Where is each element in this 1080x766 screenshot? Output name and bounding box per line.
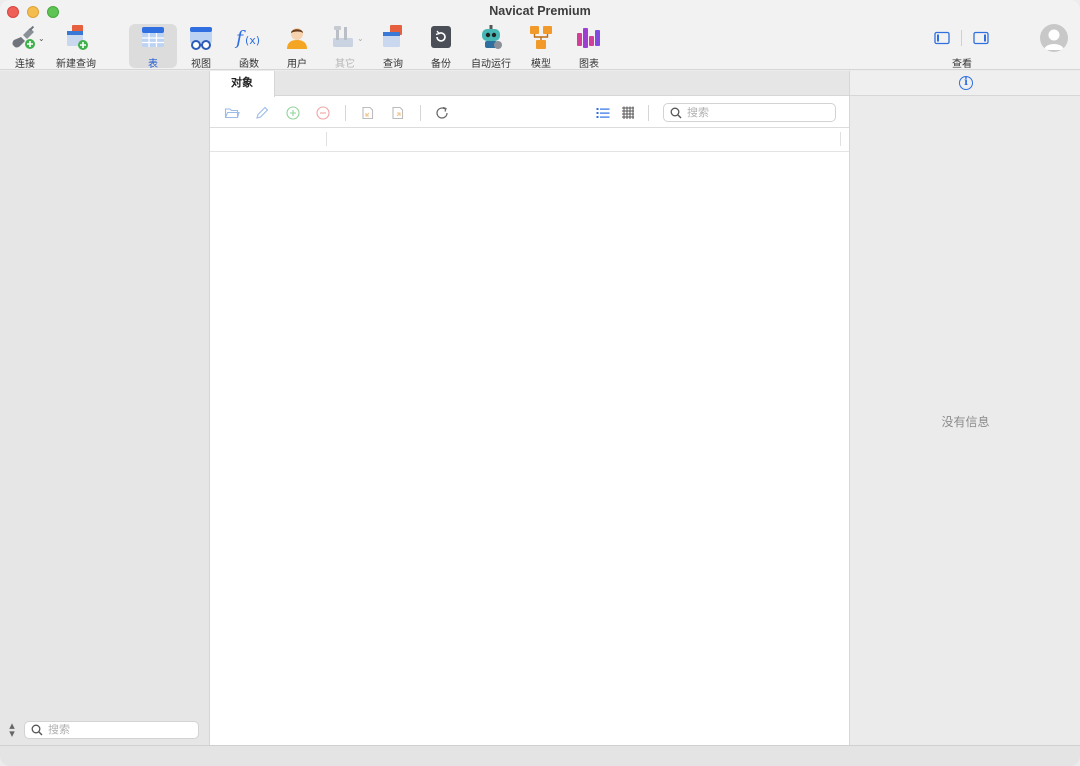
new-query-label: 新建查询 [56,59,96,70]
sidebar-search-bar: ▴ ▾ [0,715,210,745]
app-window: Navicat Premium ⌄ 连接 新建查询 表 视图 f (x) 函数 … [0,0,1080,766]
query-button[interactable]: 查询 [377,24,409,70]
model-label: 模型 [531,59,551,70]
toggle-divider [961,30,962,46]
info-panel-header: i [850,71,1080,96]
info-panel: i 没有信息 [849,71,1080,745]
function-label: 函数 [239,59,259,70]
backup-button[interactable]: 备份 [425,24,457,70]
search-icon [670,107,682,119]
import-icon[interactable] [360,105,376,121]
toggle-left-sidebar-icon[interactable] [934,31,950,48]
connection-sidebar: ▴ ▾ [0,71,210,745]
info-icon[interactable]: i [959,76,973,90]
account-avatar[interactable] [1040,24,1068,52]
tab-objects[interactable]: 对象 [210,71,275,97]
other-button[interactable]: ⌄ 其它 [327,24,364,70]
object-toolbar [210,97,849,128]
backup-label: 备份 [431,59,451,70]
chevron-down-icon: ⌄ [38,34,45,43]
user-button[interactable]: 用户 [281,24,313,70]
function-fx-icon: f (x) [234,24,264,52]
table-icon [138,24,168,52]
user-icon [282,24,312,52]
view-toggle-label: 查看 [952,59,972,70]
model-button[interactable]: 模型 [525,24,557,70]
remove-circle-icon[interactable] [315,105,331,121]
user-label: 用户 [287,59,307,70]
column-divider[interactable] [326,132,327,146]
window-title: Navicat Premium [489,4,591,18]
chart-button[interactable]: 图表 [573,24,605,70]
query-icon [378,24,408,52]
sort-updown-icon[interactable]: ▴ ▾ [6,721,18,740]
object-pane: 对象 [210,71,849,745]
search-icon [31,724,43,736]
chart-label: 图表 [579,59,599,70]
toolbar-separator [420,105,421,121]
view-button[interactable]: 视图 [185,24,217,70]
status-bar [0,745,1080,766]
no-info-text: 没有信息 [941,415,990,429]
other-label: 其它 [335,59,355,70]
function-button[interactable]: f (x) 函数 [233,24,265,70]
new-query-button[interactable]: 新建查询 [54,24,98,70]
plug-icon: ⌄ [10,24,45,52]
connect-button[interactable]: ⌄ 连接 [6,24,45,70]
view-label: 视图 [191,59,211,70]
tab-bar: 对象 [210,71,849,97]
connect-label: 连接 [15,59,35,70]
automation-button[interactable]: 自动运行 [470,24,512,70]
grid-view-icon[interactable] [620,105,636,121]
add-circle-icon[interactable] [285,105,301,121]
refresh-icon[interactable] [434,105,450,121]
object-search-input[interactable] [687,106,835,119]
sidebar-search-input[interactable] [48,724,198,736]
object-list[interactable] [210,153,849,745]
new-query-icon [61,24,91,52]
toolbar-separator [345,105,346,121]
query-label: 查询 [383,59,403,70]
model-icon [526,24,556,52]
backup-icon [426,24,456,52]
svg-text:(x): (x) [245,34,260,47]
main-toolbar: Navicat Premium ⌄ 连接 新建查询 表 视图 f (x) 函数 … [0,0,1080,70]
toggle-right-panel-icon[interactable] [973,31,989,48]
robot-icon [476,24,506,52]
automation-label: 自动运行 [471,59,511,70]
object-search-field[interactable] [663,103,836,122]
column-divider[interactable] [840,132,841,146]
table-button[interactable]: 表 [129,24,177,70]
sidebar-search-field[interactable] [24,721,199,739]
object-list-header [210,128,849,152]
toolbar-separator [648,105,649,121]
chevron-down-icon: ⌄ [357,34,364,43]
chart-icon [574,24,604,52]
edit-pencil-icon[interactable] [254,105,270,121]
user-avatar-icon [1044,29,1064,50]
list-view-icon[interactable] [595,105,611,121]
tools-icon: ⌄ [330,24,364,52]
table-label: 表 [148,59,158,70]
export-icon[interactable] [390,105,406,121]
open-folder-icon[interactable] [224,105,240,121]
view-toggle-group [926,27,998,49]
view-glasses-icon [186,24,216,52]
